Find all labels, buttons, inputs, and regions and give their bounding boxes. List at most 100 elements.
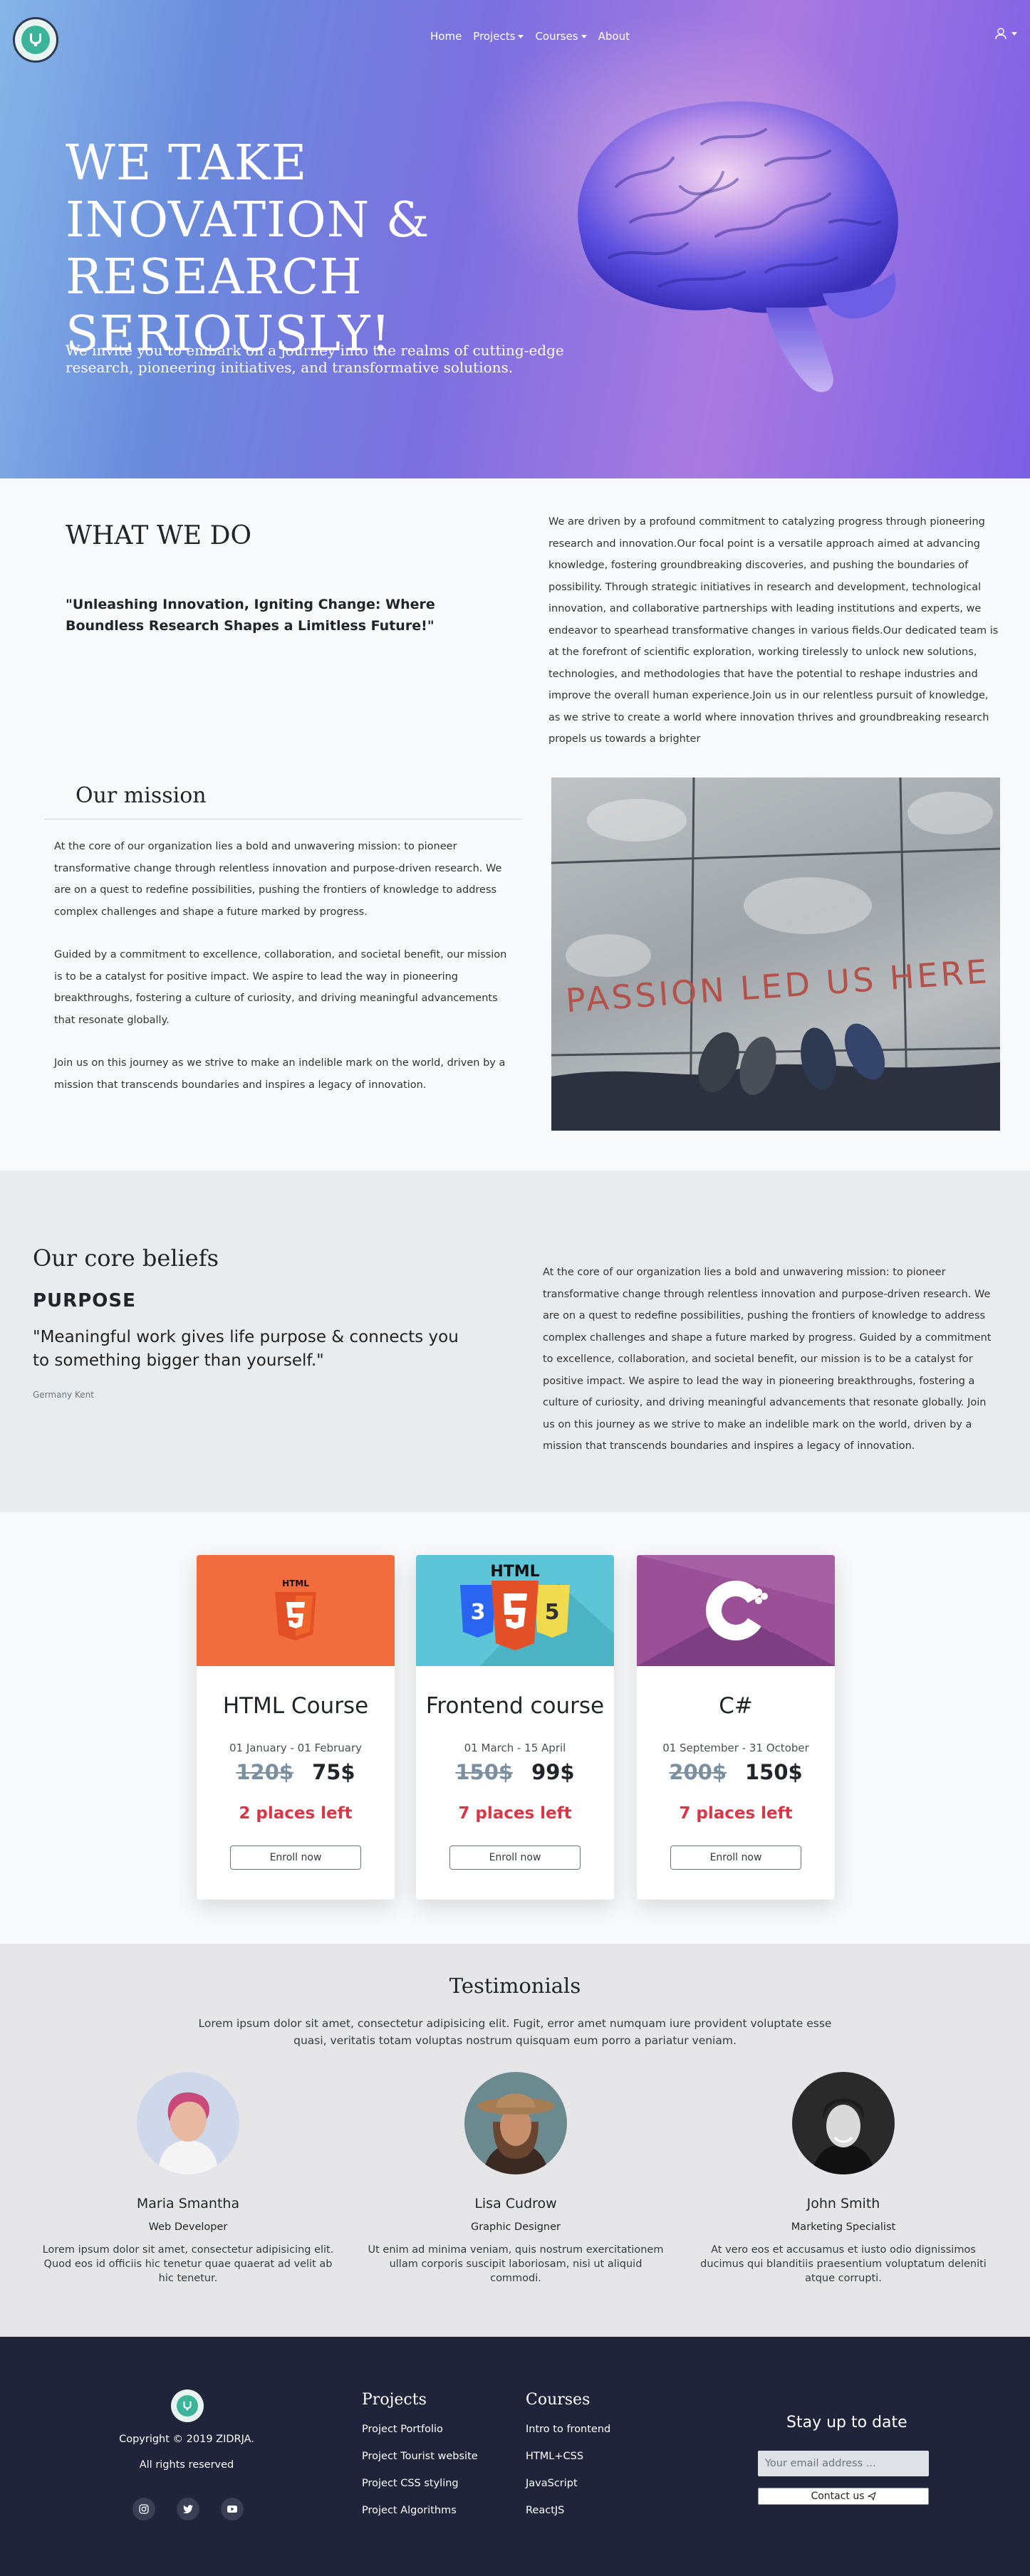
new-price: 99$ [531,1760,575,1784]
hero-title: WE TAKE INOVATION & RESEARCH SERIOUSLY! [66,135,430,362]
mission-section: Our mission At the core of our organizat… [0,777,1030,1171]
what-we-do-section: WHAT WE DO "Unleashing Innovation, Ignit… [0,478,1030,777]
course-image: HTML [197,1555,395,1666]
purpose-heading: PURPOSE [33,1290,136,1311]
course-card: HTML HTML Course 01 January - 01 Februar… [197,1555,395,1900]
nav-about[interactable]: About [598,30,630,43]
old-price: 150$ [455,1760,514,1784]
testimonials-section: Testimonials Lorem ipsum dolor sit amet,… [0,1944,1030,2337]
csharp-icon [637,1555,835,1666]
email-input[interactable] [758,2451,929,2476]
course-dates: 01 September - 31 October [662,1742,809,1754]
html-css-js-icon: HTML 3 5 [460,1563,614,1666]
chevron-down-icon [518,34,524,38]
core-beliefs-section: Our core beliefs PURPOSE "Meaningful wor… [0,1171,1030,1512]
logo-shield-icon [21,26,50,54]
courses-section: HTML HTML Course 01 January - 01 Februar… [0,1512,1030,1944]
avatar [137,2072,239,2174]
footer-logo[interactable] [171,2389,204,2422]
hero-subtitle: We invite you to embark on a journey int… [66,342,564,376]
instagram-icon[interactable] [132,2498,155,2520]
places-left: 7 places left [679,1804,793,1823]
course-dates: 01 January - 01 February [229,1742,362,1754]
chevron-down-icon [581,34,587,38]
svg-text:HTML: HTML [282,1578,309,1588]
user-menu-button[interactable] [994,27,1017,40]
footer-link[interactable]: Intro to frontend [526,2423,610,2436]
core-beliefs-title: Our core beliefs [33,1245,219,1272]
chevron-down-icon [1011,31,1017,36]
mission-title: Our mission [76,783,207,808]
nav-projects-dropdown[interactable]: Projects [473,30,524,43]
footer-projects: Projects Project Portfolio Project Touri… [362,2391,478,2531]
course-image [637,1555,835,1666]
svg-text:HTML: HTML [490,1563,539,1581]
footer-link[interactable]: Project Portfolio [362,2423,478,2436]
places-left: 7 places left [458,1804,572,1823]
what-we-do-title: WHAT WE DO [66,521,251,550]
enroll-button[interactable]: Enroll now [449,1845,581,1870]
testimonial: Maria Smantha Web Developer Lorem ipsum … [38,2072,338,2286]
enroll-button[interactable]: Enroll now [230,1845,361,1870]
html5-icon: HTML [275,1578,316,1640]
what-we-do-text: We are driven by a profound commitment t… [548,516,999,745]
footer-rights: All rights reserved [139,2459,234,2471]
footer-courses: Courses Intro to frontend HTML+CSS JavaS… [526,2391,610,2531]
course-title: Frontend course [425,1693,605,1719]
footer: Copyright © 2019 ZIDRJA. All rights rese… [0,2337,1030,2576]
social-links [132,2498,244,2520]
course-card: HTML 3 5 Frontend course 01 March - 15 A… [416,1555,614,1900]
footer-link[interactable]: ReactJS [526,2504,610,2517]
contact-label: Contact us [811,2491,865,2502]
testimonial-role: Graphic Designer [470,2221,561,2233]
avatar [792,2072,895,2174]
testimonial-text: Ut enim ad minima veniam, quis nostrum e… [368,2244,664,2284]
newsletter-title: Stay up to date [786,2414,907,2431]
nav-courses-dropdown[interactable]: Courses [535,30,587,43]
footer-courses-title: Courses [526,2391,591,2409]
contact-button[interactable]: Contact us [758,2488,929,2505]
mission-photo: PASSION LED US HERE [551,777,1000,1131]
testimonial-name: Maria Smantha [136,2196,240,2211]
user-icon [995,28,1006,40]
course-card: C# 01 September - 31 October 200$ 150$ 7… [637,1555,835,1900]
footer-link[interactable]: JavaScript [526,2477,610,2490]
mission-paragraph: At the core of our organization lies a b… [54,841,502,918]
logo-shield-icon [177,2395,198,2417]
old-price: 120$ [236,1760,294,1784]
send-icon [867,2492,876,2501]
nav-home[interactable]: Home [430,30,462,43]
new-price: 150$ [745,1760,803,1784]
footer-link[interactable]: Project Algorithms [362,2504,478,2517]
site-logo[interactable] [13,17,58,63]
testimonial-role: Web Developer [148,2221,228,2233]
course-dates: 01 March - 15 April [464,1742,566,1754]
testimonial: Lisa Cudrow Graphic Designer Ut enim ad … [366,2072,665,2286]
footer-link[interactable]: HTML+CSS [526,2450,610,2463]
testimonials-title: Testimonials [449,1974,581,1998]
course-title: C# [719,1693,753,1719]
divider [44,819,521,820]
testimonials-intro: Lorem ipsum dolor sit amet, consectetur … [198,2017,832,2047]
navbar: Home Projects Courses About [0,0,1030,71]
core-beliefs-text: At the core of our organization lies a b… [543,1267,992,1452]
testimonial-role: Marketing Specialist [791,2221,896,2233]
course-image: HTML 3 5 [416,1555,614,1666]
course-price: 150$ 99$ [416,1760,614,1784]
testimonial-name: John Smith [806,2196,880,2211]
footer-link[interactable]: Project Tourist website [362,2450,478,2463]
youtube-icon[interactable] [221,2498,244,2520]
hero-section: Home Projects Courses About WE TAKE INOV… [0,0,1030,478]
course-price: 200$ 150$ [637,1760,835,1784]
testimonial-name: Lisa Cudrow [474,2196,557,2211]
footer-link[interactable]: Project CSS styling [362,2477,478,2490]
mission-paragraph: Guided by a commitment to excellence, co… [54,949,507,1026]
footer-copyright: Copyright © 2019 ZIDRJA. [119,2434,254,2445]
testimonial-text: Lorem ipsum dolor sit amet, consectetur … [42,2244,334,2284]
avatar [464,2072,567,2174]
enroll-button[interactable]: Enroll now [670,1845,801,1870]
purpose-quote: "Meaningful work gives life purpose & co… [33,1328,459,1370]
what-we-do-quote: "Unleashing Innovation, Igniting Change:… [66,597,435,634]
twitter-icon[interactable] [177,2498,199,2520]
new-price: 75$ [312,1760,355,1784]
